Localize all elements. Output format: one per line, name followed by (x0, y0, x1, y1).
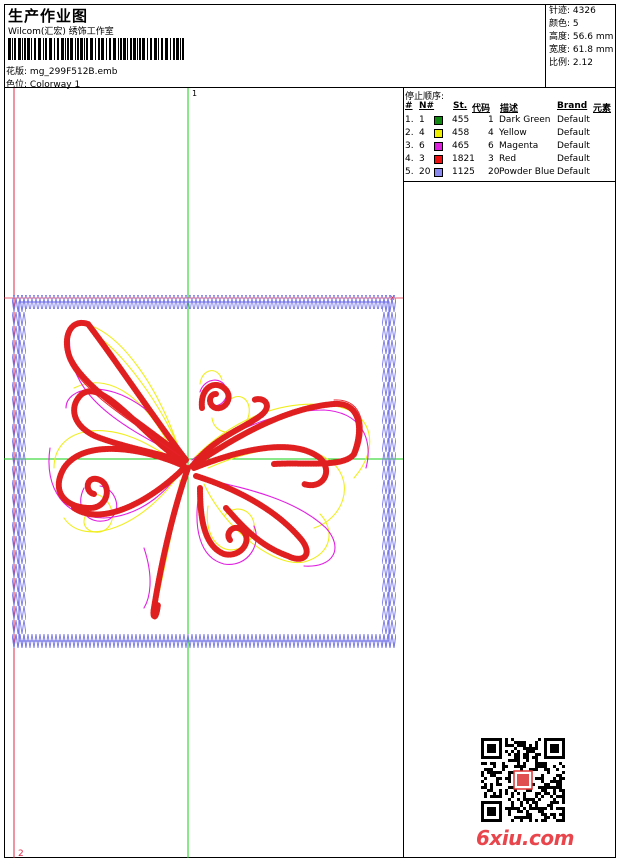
row-desc: Powder Blue (499, 167, 555, 177)
row-n: 20 (419, 167, 431, 177)
row-brand: Default (557, 141, 590, 151)
barcode-icon (8, 38, 184, 60)
stat-height: 高度: 56.6 mm (549, 32, 614, 42)
row-stitches: 465 (452, 141, 470, 151)
col-num: # (405, 101, 413, 111)
butterfly-design (48, 319, 371, 620)
stat-stitches: 针迹: 4326 (549, 6, 596, 16)
company-name: Wilcom(汇宏) 绣饰工作室 (8, 27, 114, 37)
row-num: 5. (405, 167, 414, 177)
row-stitches: 1821 (452, 154, 475, 164)
table-row: 3. 6 465 6 Magenta Default (404, 141, 616, 154)
stop-list-divider (404, 181, 616, 182)
row-code: 3 (488, 154, 494, 164)
row-brand: Default (557, 167, 590, 177)
row-num: 2. (405, 128, 414, 138)
row-num: 1. (405, 115, 414, 125)
row-num: 3. (405, 141, 414, 151)
row-num: 4. (405, 154, 414, 164)
pattern-label: 花版: (6, 67, 28, 77)
marker-1: 1 (192, 89, 197, 98)
site-logo: 6xiu.com (476, 826, 574, 850)
row-brand: Default (557, 128, 590, 138)
marker-2: 2 (18, 849, 24, 858)
col-st: St. (453, 101, 468, 111)
row-n: 6 (419, 141, 425, 151)
embroidery-preview: 1 2 x (4, 88, 403, 858)
row-desc: Red (499, 154, 517, 164)
row-desc: Dark Green (499, 115, 551, 125)
color-swatch (434, 129, 443, 138)
row-stitches: 458 (452, 128, 470, 138)
color-swatch (434, 116, 443, 125)
row-desc: Yellow (499, 128, 527, 138)
row-brand: Default (557, 154, 590, 164)
col-code: 代码 (472, 104, 491, 114)
row-n: 3 (419, 154, 425, 164)
row-stitches: 1125 (452, 167, 475, 177)
stats-panel: 针迹: 4326 颜色: 5 高度: 56.6 mm 宽度: 61.8 mm 比… (545, 4, 616, 88)
row-code: 6 (488, 141, 494, 151)
stat-width: 宽度: 61.8 mm (549, 45, 614, 55)
table-row: 4. 3 1821 3 Red Default (404, 154, 616, 167)
table-row: 5. 20 1125 20 Powder Blue Default (404, 167, 616, 180)
color-swatch (434, 142, 443, 151)
pattern-value: mg_299F512B.emb (29, 67, 118, 77)
row-code: 20 (488, 167, 500, 177)
row-stitches: 455 (452, 115, 470, 125)
row-code: 1 (488, 115, 494, 125)
stat-colors: 颜色: 5 (549, 19, 579, 29)
row-code: 4 (488, 128, 494, 138)
qr-code-icon (481, 738, 565, 822)
row-n: 4 (419, 128, 425, 138)
pattern-line: 花版: mg_299F512B.emb (6, 64, 118, 77)
stop-sequence-panel: 停止顺序: # N# St. 代码 描述 Brand 元素 1. 1 455 1 Dar… (404, 88, 616, 858)
color-swatch (434, 155, 443, 164)
stat-scale: 比例: 2.12 (549, 58, 593, 68)
table-row: 1. 1 455 1 Dark Green Default (404, 115, 616, 128)
row-n: 1 (419, 115, 425, 125)
page-title: 生产作业图 (8, 7, 89, 25)
header: 生产作业图 Wilcom(汇宏) 绣饰工作室 花版: mg_299F512B.e… (4, 4, 616, 90)
color-swatch (434, 168, 443, 177)
table-row: 2. 4 458 4 Yellow Default (404, 128, 616, 141)
col-element: 元素 (593, 104, 612, 114)
design-canvas: 1 2 x (4, 88, 404, 858)
row-brand: Default (557, 115, 590, 125)
col-brand: Brand (557, 101, 588, 111)
row-desc: Magenta (499, 141, 539, 151)
col-n: N# (419, 101, 435, 111)
col-desc: 描述 (500, 104, 519, 114)
stop-sequence-header: # N# St. 代码 描述 Brand 元素 (404, 101, 616, 114)
